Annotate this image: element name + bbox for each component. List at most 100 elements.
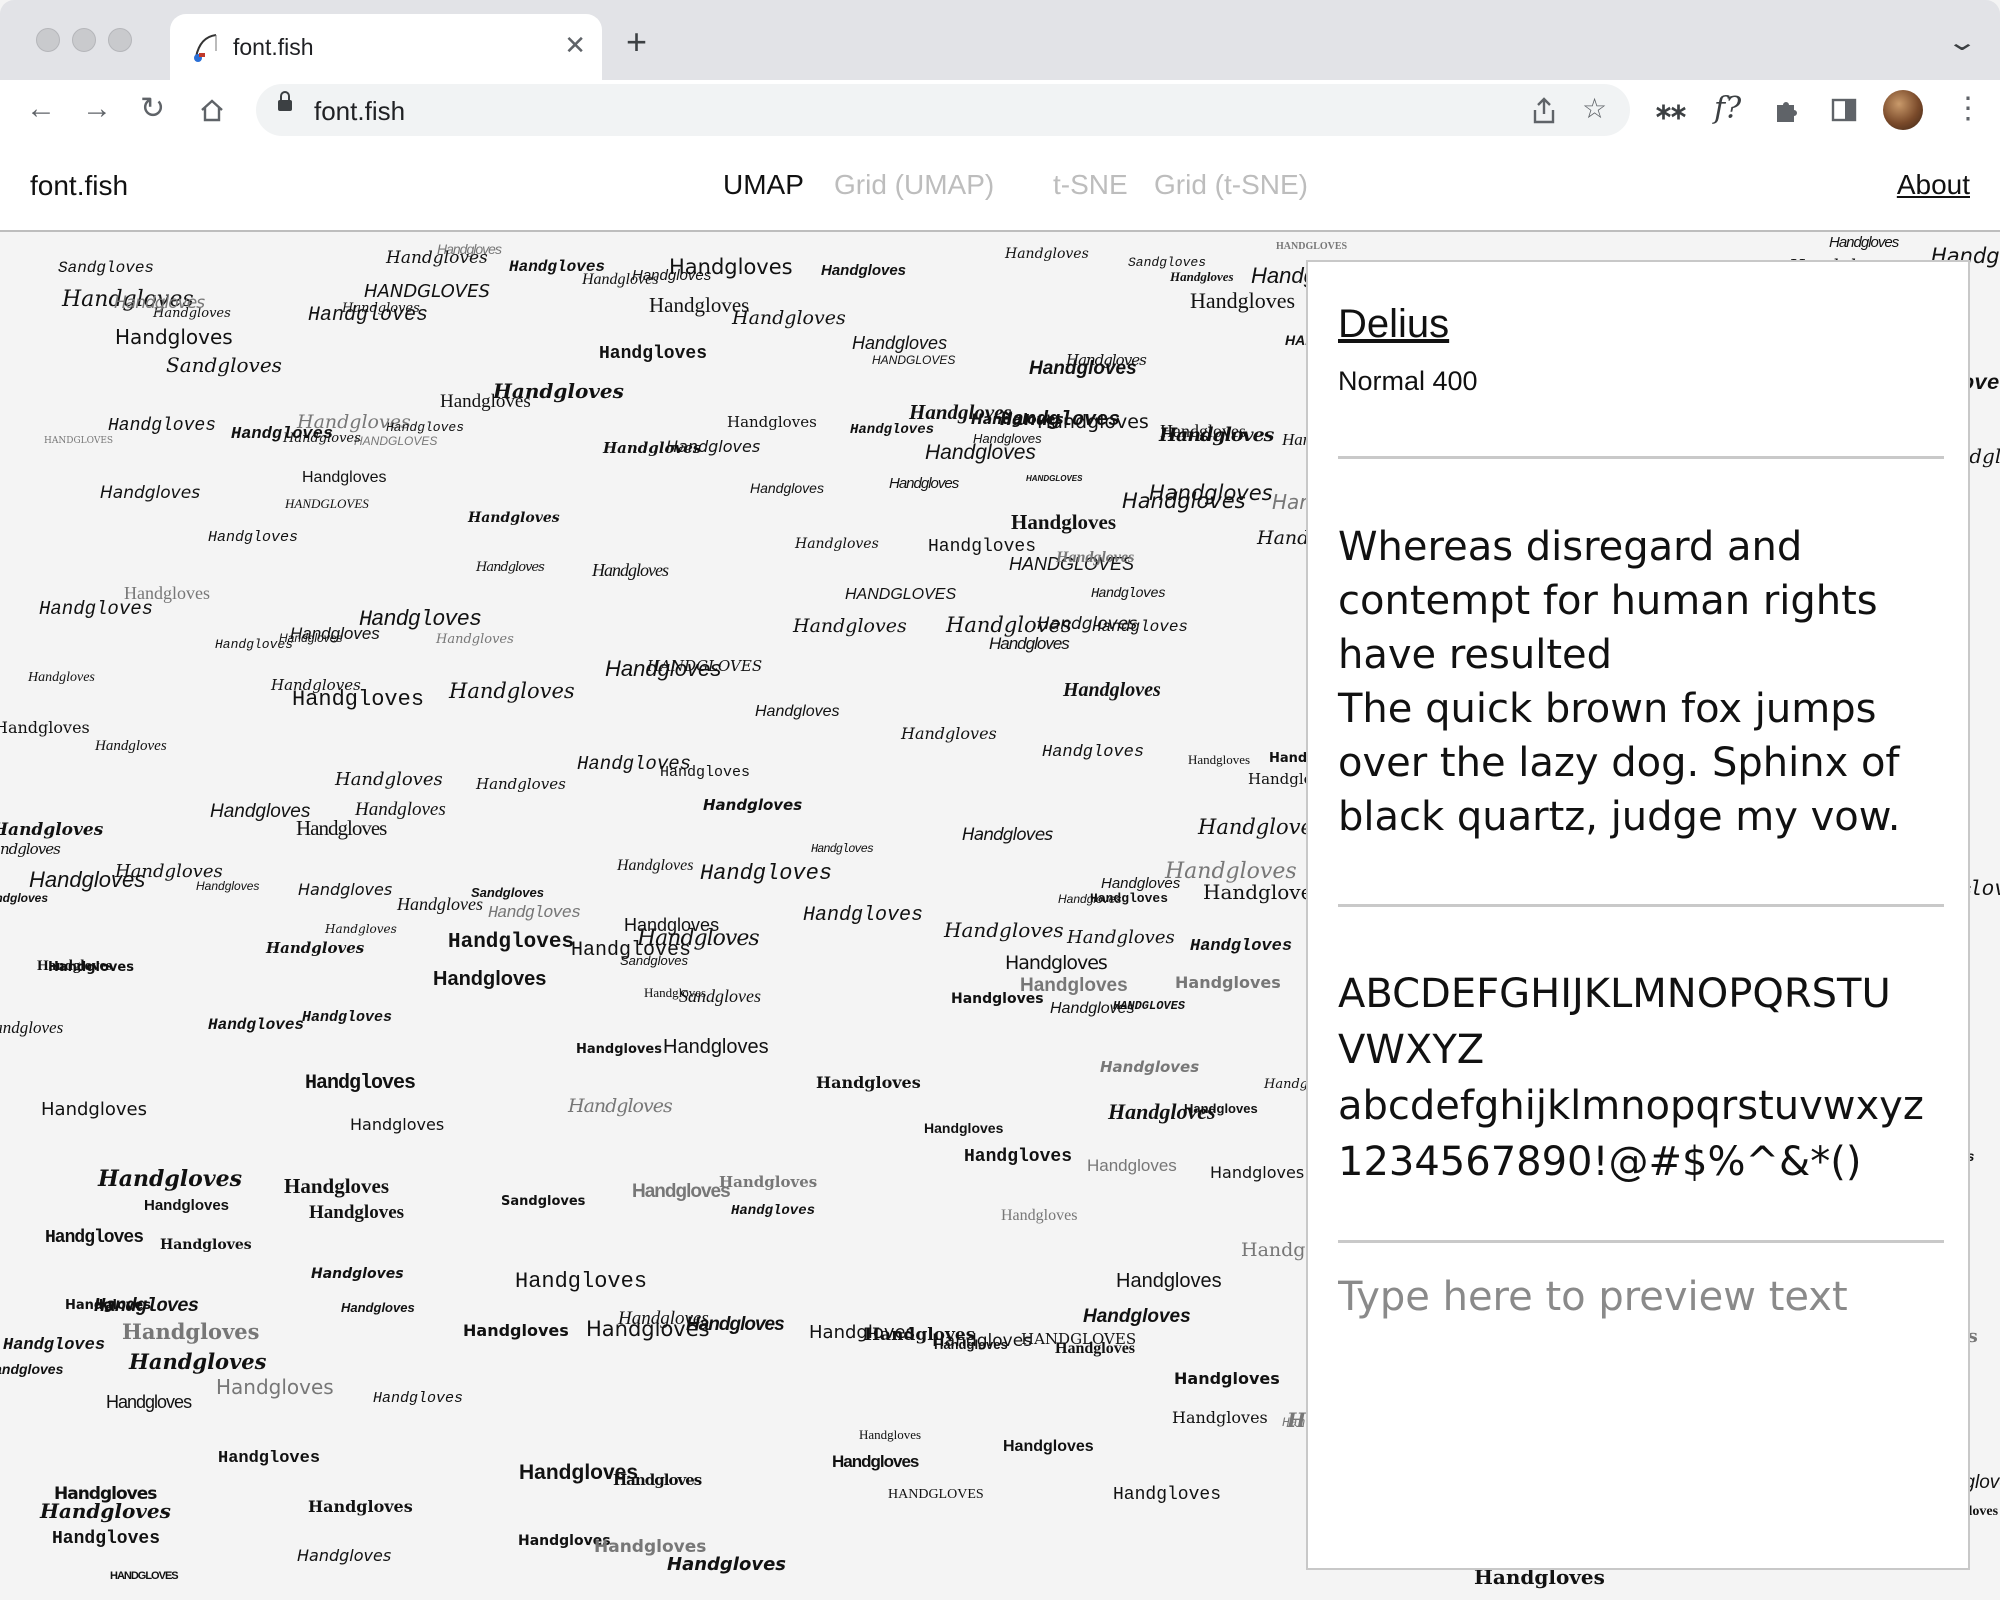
font-specimen[interactable]: Handgloves: [1101, 876, 1180, 891]
tab-search-chevron-icon[interactable]: ⌄: [1946, 28, 1978, 57]
font-specimen[interactable]: Handgloves: [98, 1168, 242, 1190]
font-specimen[interactable]: Handgloves: [1210, 1165, 1304, 1181]
window-close-button[interactable]: [36, 28, 60, 52]
font-specimen[interactable]: Handgloves: [448, 932, 574, 953]
font-specimen[interactable]: Handgloves: [341, 1301, 415, 1314]
font-specimen[interactable]: Handgloves: [386, 421, 464, 434]
font-specimen[interactable]: Handgloves: [1011, 512, 1116, 533]
font-specimen[interactable]: Handgloves: [509, 259, 605, 275]
share-icon[interactable]: [1530, 96, 1558, 126]
font-specimen[interactable]: Handgloves: [3, 1337, 105, 1354]
font-specimen[interactable]: HANDGLOVES: [1026, 475, 1082, 483]
font-specimen[interactable]: Handgloves: [925, 442, 1036, 463]
browser-tab[interactable]: font.fish ✕: [170, 14, 602, 80]
font-specimen[interactable]: Handgloves: [397, 895, 483, 913]
font-specimen[interactable]: Handgloves: [0, 892, 48, 904]
font-specimen[interactable]: Handgloves: [0, 720, 90, 736]
font-specimen[interactable]: Handgloves: [266, 941, 364, 956]
font-specimen[interactable]: Handgloves: [603, 441, 701, 456]
font-specimen[interactable]: Handgloves: [95, 739, 167, 754]
font-specimen[interactable]: Handgloves: [1100, 1060, 1199, 1075]
font-specimen[interactable]: Handgloves: [1160, 422, 1246, 440]
font-specimen[interactable]: Handgloves: [1198, 817, 1324, 838]
font-specimen[interactable]: Handgloves: [924, 1121, 1003, 1135]
font-specimen[interactable]: Handgloves: [308, 1499, 413, 1515]
font-specimen[interactable]: HANDGLOVES: [888, 1488, 984, 1502]
font-specimen[interactable]: Handgloves: [703, 798, 802, 813]
font-specimen[interactable]: Handgloves: [1149, 483, 1273, 504]
font-specimen[interactable]: Handgloves: [108, 417, 216, 435]
font-specimen[interactable]: Handgloves: [889, 476, 959, 491]
font-specimen[interactable]: Handgloves: [1170, 270, 1234, 283]
font-specimen[interactable]: Handgloves: [864, 1327, 975, 1344]
font-specimen[interactable]: Handgloves: [649, 295, 749, 316]
font-specimen[interactable]: Handgloves: [594, 1539, 706, 1556]
font-specimen[interactable]: Handgloves: [160, 1238, 252, 1252]
font-specimen[interactable]: Handgloves: [373, 1391, 463, 1406]
font-specimen[interactable]: Handgloves: [0, 1019, 63, 1036]
font-name-link[interactable]: Delius: [1338, 302, 1449, 347]
font-specimen[interactable]: Handgloves: [592, 561, 669, 579]
font-specimen[interactable]: Handgloves: [309, 1203, 404, 1222]
font-specimen[interactable]: Handgloves: [488, 905, 581, 922]
font-specimen[interactable]: Handgloves: [859, 1428, 921, 1441]
font-specimen[interactable]: Handgloves: [795, 537, 879, 551]
font-specimen[interactable]: Handgloves: [1190, 290, 1295, 312]
nav-umap[interactable]: UMAP: [723, 169, 804, 201]
puzzle-icon[interactable]: [1772, 96, 1802, 126]
font-specimen[interactable]: Handgloves: [1042, 744, 1144, 761]
font-specimen[interactable]: HANDGLOVES: [354, 435, 437, 447]
font-specimen[interactable]: Handgloves: [901, 726, 997, 742]
font-specimen[interactable]: Handgloves: [964, 1148, 1072, 1166]
font-specimen[interactable]: Handgloves: [48, 961, 134, 974]
font-specimen[interactable]: Handgloves: [94, 1297, 199, 1316]
font-specimen[interactable]: HANDGLOVES: [364, 283, 490, 301]
font-specimen[interactable]: Handgloves: [1091, 587, 1166, 601]
about-link[interactable]: About: [1897, 169, 1970, 201]
font-specimen[interactable]: Handgloves: [476, 777, 566, 792]
font-specimen[interactable]: Sandgloves: [166, 355, 282, 375]
font-specimen[interactable]: Handgloves: [632, 268, 711, 283]
font-specimen[interactable]: Handgloves: [1113, 1486, 1221, 1504]
font-specimen[interactable]: Handgloves: [989, 635, 1070, 652]
font-specimen[interactable]: Handgloves: [803, 906, 923, 926]
font-specimen[interactable]: Handgloves: [1829, 235, 1899, 250]
font-specimen[interactable]: Handgloves: [816, 1075, 921, 1091]
font-specimen[interactable]: Handgloves: [218, 1450, 320, 1467]
font-specimen[interactable]: Handgloves: [1063, 680, 1161, 700]
font-specimen[interactable]: Handgloves: [40, 1501, 171, 1521]
font-specimen[interactable]: Handgloves: [1020, 976, 1128, 995]
font-specimen[interactable]: HANDGLOVES: [285, 497, 369, 510]
font-specimen[interactable]: Handgloves: [667, 1556, 786, 1574]
font-specimen[interactable]: Handgloves: [755, 704, 840, 720]
back-icon[interactable]: ←: [26, 94, 56, 124]
forward-icon[interactable]: →: [82, 94, 112, 124]
font-specimen[interactable]: Handgloves: [449, 681, 575, 702]
font-specimen[interactable]: Handgloves: [719, 1175, 817, 1190]
sidepanel-icon[interactable]: [1830, 96, 1858, 124]
font-specimen[interactable]: Handgloves: [144, 1198, 229, 1213]
font-specimen[interactable]: Handgloves: [292, 689, 424, 711]
font-specimen[interactable]: Handgloves: [660, 765, 750, 780]
font-specimen[interactable]: Handgloves: [1055, 1341, 1135, 1357]
font-specimen[interactable]: Handgloves: [1037, 616, 1137, 633]
font-specimen[interactable]: HANDGLOVES: [647, 659, 762, 674]
font-specimen[interactable]: Handgloves: [28, 671, 95, 685]
font-specimen[interactable]: Handgloves: [1037, 413, 1149, 432]
star-icon[interactable]: ☆: [1582, 94, 1607, 124]
font-specimen[interactable]: Handgloves: [298, 882, 392, 898]
font-specimen[interactable]: Handgloves: [100, 485, 200, 502]
site-brand[interactable]: font.fish: [30, 170, 128, 202]
font-specimen[interactable]: Handgloves: [124, 584, 210, 602]
font-specimen[interactable]: Handgloves: [350, 1117, 444, 1133]
font-specimen[interactable]: Handgloves: [305, 1074, 416, 1094]
extension-asterisk-icon[interactable]: ⁎⁎: [1656, 92, 1686, 126]
font-specimen[interactable]: Handgloves: [568, 1097, 673, 1116]
font-specimen[interactable]: Handgloves: [1003, 1439, 1094, 1455]
font-specimen[interactable]: Handgloves: [793, 617, 907, 636]
font-specimen[interactable]: Handgloves: [296, 818, 387, 839]
font-specimen[interactable]: Handgloves: [576, 1043, 662, 1056]
font-specimen[interactable]: Handgloves: [297, 1548, 391, 1564]
font-specimen[interactable]: Handgloves: [1188, 753, 1250, 766]
font-specimen[interactable]: Handgloves: [1067, 929, 1175, 947]
